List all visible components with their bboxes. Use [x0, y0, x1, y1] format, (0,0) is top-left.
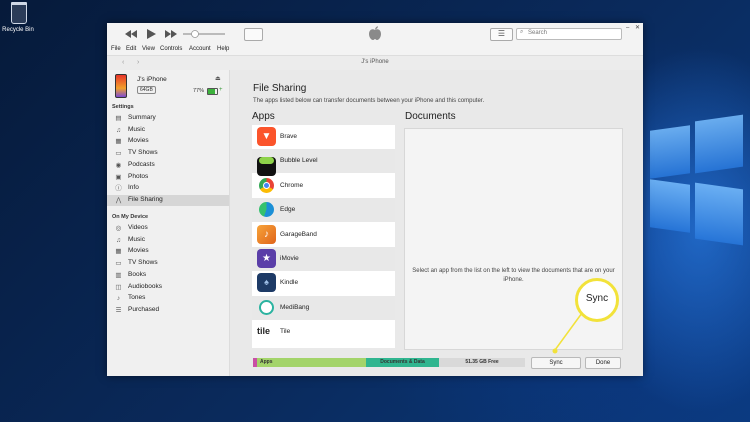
- sync-callout-label: Sync: [585, 293, 609, 304]
- sync-callout: Sync: [575, 278, 619, 322]
- callout-line: [554, 312, 583, 351]
- callout-dot: [552, 348, 558, 354]
- callout-pointer: [552, 312, 583, 354]
